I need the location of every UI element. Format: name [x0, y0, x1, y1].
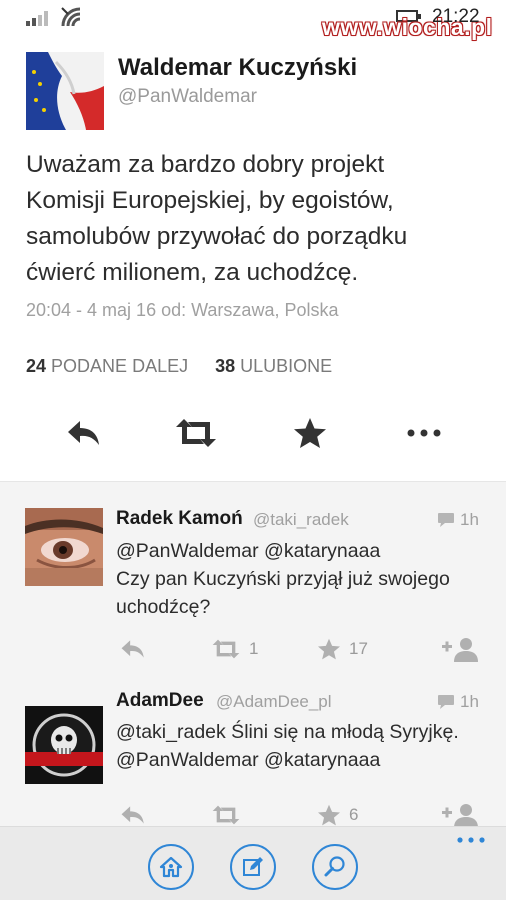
app-bar: [0, 826, 506, 900]
search-button[interactable]: [312, 844, 358, 890]
retweet-icon: [212, 639, 240, 659]
reply-icon: [68, 421, 99, 445]
tweet-text: Uważam za bardzo dobry projekt Komisji E…: [26, 147, 486, 291]
reply-text-line: @taki_radek Ślini się na młodą Syryjkę.: [116, 721, 459, 743]
reply-icon: [121, 806, 144, 824]
conversation-icon: [438, 513, 454, 527]
reply-time: 1h: [460, 692, 479, 711]
tweet-author[interactable]: Waldemar Kuczyński @PanWaldemar: [26, 52, 486, 132]
reply-author-handle[interactable]: @taki_radek: [253, 510, 349, 530]
reply-actions: 1 17: [0, 634, 506, 664]
likes-label: ULUBIONE: [240, 356, 333, 376]
retweet-label: PODANE DALEJ: [51, 356, 189, 376]
reply-text-line: @PanWaldemar @katarynaaa: [116, 749, 381, 771]
reply-like-count: 17: [349, 639, 368, 658]
reply-text-line: @PanWaldemar @katarynaaa: [116, 540, 381, 562]
home-icon: [159, 856, 183, 878]
signal-strength-icon: [26, 11, 48, 26]
reply-author-handle[interactable]: @AdamDee_pl: [216, 692, 332, 712]
tweet-meta: 20:04 - 4 maj 16 od: Warszawa, Polska: [26, 300, 339, 320]
avatar[interactable]: [25, 706, 103, 784]
tweet-text-line: Uważam za bardzo dobry projekt: [26, 151, 385, 178]
add-person-icon: [442, 638, 478, 662]
tweet-text-line: Komisji Europejskiej, by egoistów,: [26, 187, 394, 214]
more-icon: [407, 429, 441, 437]
tweet-text-line: ćwierć milionem, za uchodźcę.: [26, 259, 359, 286]
star-icon: [294, 418, 326, 448]
app-bar-more-icon[interactable]: [456, 833, 486, 847]
reply-text: @PanWaldemar @katarynaaa Czy pan Kuczyńs…: [116, 537, 486, 621]
status-clock: 21:22: [432, 6, 480, 27]
reply-like-button[interactable]: 17: [317, 634, 368, 664]
likes-stat[interactable]: 38 ULUBIONE: [215, 356, 332, 377]
reply-retweet-button[interactable]: 1: [211, 634, 258, 664]
home-button[interactable]: [148, 844, 194, 890]
tweet-text-line: samolubów przywołać do porządku: [26, 223, 408, 250]
search-icon: [324, 856, 345, 877]
reply-button[interactable]: [54, 408, 114, 458]
add-person-icon: [442, 804, 478, 828]
tweet-actions: [0, 408, 506, 458]
author-avatar[interactable]: [26, 52, 104, 130]
author-name[interactable]: Waldemar Kuczyński: [118, 54, 357, 82]
reply-like-count: 6: [349, 805, 359, 824]
star-icon: [318, 804, 340, 826]
more-button[interactable]: [394, 408, 454, 458]
reply-author-name[interactable]: AdamDee: [116, 690, 204, 712]
wifi-icon: [61, 7, 81, 27]
likes-count: 38: [215, 356, 236, 376]
like-button[interactable]: [280, 408, 340, 458]
follow-button[interactable]: [442, 634, 480, 664]
tweet-stats: 24 PODANE DALEJ 38 ULUBIONE: [26, 356, 354, 377]
reply-author-name[interactable]: Radek Kamoń: [116, 508, 243, 530]
retweet-stat[interactable]: 24 PODANE DALEJ: [26, 356, 188, 377]
compose-button[interactable]: [230, 844, 276, 890]
retweet-button[interactable]: [166, 408, 226, 458]
compose-icon: [243, 857, 263, 876]
reply-text-line: uchodźcę?: [116, 596, 211, 618]
avatar[interactable]: [25, 508, 103, 586]
conversation-icon: [438, 695, 454, 709]
retweet-count: 24: [26, 356, 47, 376]
reply-time: 1h: [460, 510, 479, 529]
reply-retweet-count: 1: [249, 639, 259, 658]
retweet-icon: [212, 805, 240, 825]
author-handle[interactable]: @PanWaldemar: [118, 86, 257, 108]
star-icon: [318, 638, 340, 660]
reply-text-line: Czy pan Kuczyński przyjął już swojego: [116, 568, 450, 590]
retweet-icon: [176, 419, 216, 447]
reply-text: @taki_radek Ślini się na młodą Syryjkę. …: [116, 718, 486, 774]
reply-icon: [121, 640, 144, 658]
status-bar: www.wiocha.pl 21:22: [0, 0, 506, 40]
reply-reply-button[interactable]: [120, 634, 146, 664]
